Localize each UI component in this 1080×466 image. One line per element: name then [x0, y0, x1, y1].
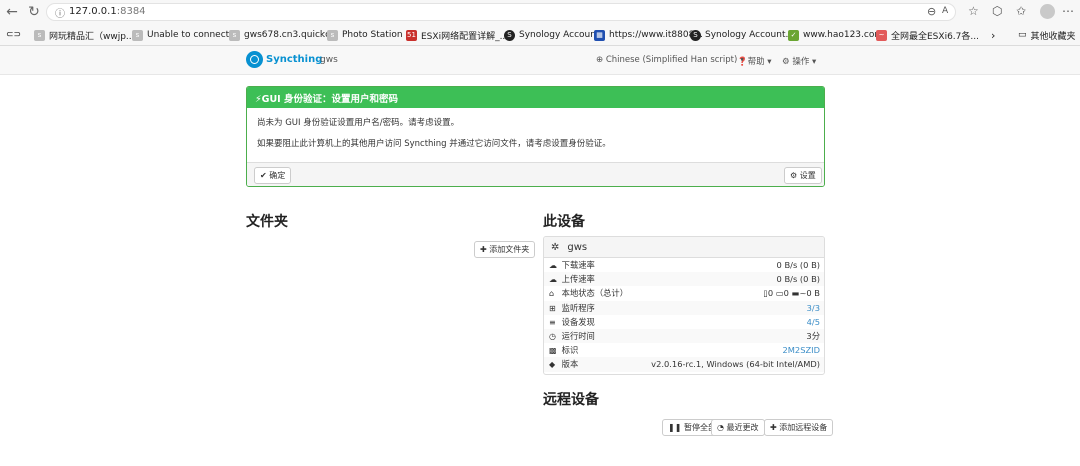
bookmark-item[interactable]: ▦ https://www.it8808...: [594, 28, 703, 42]
add-folder-button[interactable]: ✚ 添加文件夹: [474, 241, 536, 258]
back-icon[interactable]: ←: [4, 4, 20, 20]
more-menu-icon[interactable]: ⋯: [1062, 4, 1074, 18]
app-navbar: Syncthing gws ⊕ Chinese (Simplified Han …: [0, 46, 1080, 75]
bookmark-item[interactable]: ✓ www.hao123.com: [788, 28, 883, 42]
hao123-favicon: ✓: [788, 29, 799, 41]
plus-icon: ✚: [770, 423, 777, 432]
folder-icon: ▭: [1018, 30, 1027, 40]
table-row: ⌂ 本地状态（总计） ▯0 ▭0 ▬~0 B: [544, 286, 824, 300]
this-device-heading: 此设备: [543, 214, 585, 230]
url-text: 127.0.0.1:8384: [69, 6, 146, 17]
recent-changes-button[interactable]: ◔ 最近更改: [711, 419, 765, 436]
settings-button[interactable]: ⚙ 设置: [784, 167, 822, 184]
folder-icon: ▭: [775, 288, 784, 299]
bookmark-item[interactable]: ~ 全网最全ESXi6.7各...: [876, 28, 979, 42]
gear-icon: ⚙: [790, 171, 798, 180]
favorite-star-icon[interactable]: ☆: [968, 4, 979, 18]
device-identicon-icon: ✲: [551, 241, 560, 253]
info-icon[interactable]: ⓘ: [55, 5, 65, 20]
bookmark-item[interactable]: s gws678.cn3.quickc...: [229, 28, 339, 42]
chevron-right-icon[interactable]: ›: [991, 28, 995, 42]
pause-icon: ❚❚: [668, 423, 682, 432]
ok-button[interactable]: ✔ 确定: [254, 167, 292, 184]
download-cloud-icon: ☁: [549, 261, 557, 270]
language-menu[interactable]: ⊕ Chinese (Simplified Han script) ▾: [596, 55, 744, 65]
globe-icon: ⊕: [596, 55, 604, 65]
question-icon: ❓: [737, 57, 748, 67]
upload-cloud-icon: ☁: [549, 275, 557, 285]
history-icon: ◔: [717, 423, 724, 432]
remote-devices-heading: 远程设备: [543, 392, 599, 408]
syncthing-logo-icon: [246, 51, 263, 68]
table-row: ◆ 版本 v2.0.16-rc.1, Windows (64-bit Intel/…: [544, 357, 824, 372]
syncthing-favicon: s: [327, 29, 338, 41]
read-aloud-icon[interactable]: A: [942, 6, 948, 16]
local-state-value: ▯0 ▭0 ▬~0 B: [763, 288, 820, 299]
bookmark-item[interactable]: 51 ESXi网络配置详解_...: [406, 28, 508, 42]
profile-avatar[interactable]: [1040, 4, 1055, 19]
bookmark-item[interactable]: S Synology Account: [504, 28, 600, 42]
bookmark-item[interactable]: s 网玩精品汇（wwjp...: [34, 28, 135, 42]
synology-favicon: S: [504, 29, 515, 41]
synology-favicon: S: [690, 29, 701, 41]
alert-title: ⚡GUI 身份验证：设置用户和密码: [247, 87, 824, 108]
folders-heading: 文件夹: [246, 214, 288, 230]
browser-toolbar: ← ↻ ⓘ 127.0.0.1:8384 ⊖ A ☆ ⬡ ✩ ⋯: [0, 0, 1080, 24]
gear-icon: ⚙: [782, 57, 790, 67]
esxi-favicon: ~: [876, 29, 887, 41]
plus-icon: ✚: [480, 245, 487, 254]
alert-line-2: 如果要阻止此计算机上的其他用户访问 Syncthing 并通过它访问文件，请考虑…: [257, 139, 611, 149]
signpost-icon: ≡: [549, 317, 556, 327]
device-name: gws: [320, 55, 338, 65]
bookmarks-bar: ⊂⊃ s 网玩精品汇（wwjp... s Unable to connect... …: [0, 24, 1080, 46]
syncthing-logo[interactable]: Syncthing: [246, 51, 322, 68]
other-bookmarks[interactable]: ▭ 其他收藏夹: [1018, 28, 1076, 42]
favorites-icon[interactable]: ✩: [1016, 4, 1026, 18]
check-circle-icon: ✔: [260, 171, 267, 180]
toggle-icon[interactable]: ⊂⊃: [6, 28, 21, 42]
bolt-icon: ⚡: [255, 94, 262, 105]
actions-menu[interactable]: ⚙ 操作 ▾: [782, 55, 816, 67]
extensions-icon[interactable]: ⬡: [992, 4, 1002, 18]
table-row: ≡ 设备发现 4/5: [544, 315, 824, 329]
auth-alert-panel: ⚡GUI 身份验证：设置用户和密码 尚未为 GUI 身份验证设置用户名/密码。请…: [246, 86, 825, 187]
bookmark-item[interactable]: s Unable to connect...: [132, 28, 238, 42]
help-menu[interactable]: ❓帮助 ▾: [737, 55, 772, 67]
address-bar[interactable]: ⓘ 127.0.0.1:8384 ⊖ A: [46, 3, 956, 21]
table-row: ⊞ 监听程序 3/3: [544, 300, 824, 315]
51cto-favicon: 51: [406, 29, 417, 41]
clock-icon: ◷: [549, 331, 556, 341]
bookmark-item[interactable]: S Synology Account...: [690, 28, 794, 42]
alert-line-1: 尚未为 GUI 身份验证设置用户名/密码。请考虑设置。: [257, 118, 460, 128]
tag-icon: ◆: [549, 360, 556, 370]
zoom-icon[interactable]: ⊖: [927, 5, 936, 18]
table-row: ◷ 运行时间 3分: [544, 328, 824, 344]
qrcode-icon: ▩: [549, 346, 557, 356]
table-row: ☁ 下载速率 0 B/s (0 B): [544, 258, 824, 272]
it8808-favicon: ▦: [594, 29, 605, 41]
device-header[interactable]: ✲ gws: [544, 237, 824, 258]
syncthing-favicon: s: [34, 29, 45, 41]
home-icon: ⌂: [549, 289, 555, 299]
reload-icon[interactable]: ↻: [26, 4, 42, 20]
add-remote-device-button[interactable]: ✚ 添加远程设备: [764, 419, 834, 436]
syncthing-favicon: s: [229, 29, 240, 41]
this-device-panel: ✲ gws ☁ 下载速率 0 B/s (0 B) ☁ 上传速率 0 B/s (0 B)…: [543, 236, 825, 375]
brand-text: Syncthing: [266, 54, 323, 65]
sitemap-icon: ⊞: [549, 303, 556, 313]
syncthing-favicon: s: [132, 29, 143, 41]
table-row: ☁ 上传速率 0 B/s (0 B): [544, 272, 824, 287]
table-row: ▩ 标识 2M2SZID: [544, 343, 824, 357]
bookmark-item[interactable]: s Photo Station 6: [327, 28, 411, 42]
